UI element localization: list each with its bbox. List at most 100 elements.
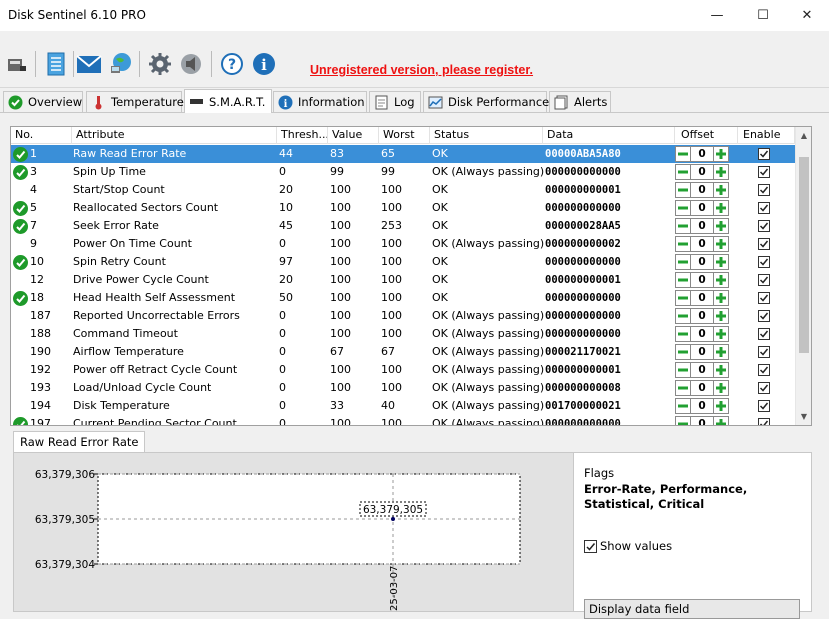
col-data[interactable]: Data [543, 127, 675, 144]
offset-value[interactable]: 0 [691, 416, 713, 425]
grid-scrollbar[interactable]: ▲ ▼ [795, 127, 811, 425]
enable-checkbox[interactable] [758, 256, 770, 268]
offset-stepper[interactable]: 0 [675, 380, 729, 396]
minus-icon[interactable] [675, 218, 691, 234]
scroll-thumb[interactable] [799, 157, 809, 353]
col-enable[interactable]: Enable [738, 127, 795, 144]
offset-value[interactable]: 0 [691, 398, 713, 414]
plus-icon[interactable] [713, 236, 729, 252]
plus-icon[interactable] [713, 272, 729, 288]
offset-stepper[interactable]: 0 [675, 290, 729, 306]
minus-icon[interactable] [675, 416, 691, 425]
enable-checkbox[interactable] [758, 328, 770, 340]
offset-value[interactable]: 0 [691, 146, 713, 162]
offset-stepper[interactable]: 0 [675, 218, 729, 234]
tab-overview[interactable]: Overview [3, 91, 83, 112]
table-row[interactable]: 1 Raw Read Error Rate 44 83 65 OK 00000ABA5A80… [11, 145, 795, 163]
minus-icon[interactable] [675, 146, 691, 162]
enable-checkbox[interactable] [758, 292, 770, 304]
enable-checkbox[interactable] [758, 202, 770, 214]
minus-icon[interactable] [675, 308, 691, 324]
minus-icon[interactable] [675, 272, 691, 288]
plus-icon[interactable] [713, 416, 729, 425]
table-row[interactable]: 3 Spin Up Time 0 99 99 OK (Always passing) 000… [11, 163, 795, 181]
offset-value[interactable]: 0 [691, 344, 713, 360]
offset-value[interactable]: 0 [691, 164, 713, 180]
offset-stepper[interactable]: 0 [675, 164, 729, 180]
plus-icon[interactable] [713, 254, 729, 270]
offset-stepper[interactable]: 0 [675, 308, 729, 324]
col-offset[interactable]: Offset [675, 127, 738, 144]
minus-icon[interactable] [675, 164, 691, 180]
offset-value[interactable]: 0 [691, 200, 713, 216]
plus-icon[interactable] [713, 218, 729, 234]
offset-value[interactable]: 0 [691, 254, 713, 270]
enable-checkbox[interactable] [758, 364, 770, 376]
table-row[interactable]: 190 Airflow Temperature 0 67 67 OK (Always pa… [11, 343, 795, 361]
plus-icon[interactable] [713, 326, 729, 342]
col-threshold[interactable]: Thresh... [277, 127, 328, 144]
enable-checkbox[interactable] [758, 382, 770, 394]
network-icon[interactable] [106, 49, 136, 79]
maximize-button[interactable]: ☐ [740, 0, 786, 31]
offset-stepper[interactable]: 0 [675, 362, 729, 378]
offset-stepper[interactable]: 0 [675, 272, 729, 288]
drive-icon[interactable] [2, 49, 32, 79]
offset-value[interactable]: 0 [691, 290, 713, 306]
table-row[interactable]: 193 Load/Unload Cycle Count 0 100 100 OK (Alw… [11, 379, 795, 397]
plus-icon[interactable] [713, 398, 729, 414]
minus-icon[interactable] [675, 236, 691, 252]
tab-log[interactable]: Log [369, 91, 421, 112]
plus-icon[interactable] [713, 164, 729, 180]
offset-value[interactable]: 0 [691, 182, 713, 198]
offset-stepper[interactable]: 0 [675, 416, 729, 425]
plus-icon[interactable] [713, 290, 729, 306]
minus-icon[interactable] [675, 326, 691, 342]
sound-icon[interactable] [177, 49, 207, 79]
enable-checkbox[interactable] [758, 274, 770, 286]
minus-icon[interactable] [675, 362, 691, 378]
offset-value[interactable]: 0 [691, 218, 713, 234]
plus-icon[interactable] [713, 362, 729, 378]
table-row[interactable]: 187 Reported Uncorrectable Errors 0 100 100 O… [11, 307, 795, 325]
minus-icon[interactable] [675, 344, 691, 360]
minus-icon[interactable] [675, 200, 691, 216]
col-value[interactable]: Value [328, 127, 379, 144]
col-status[interactable]: Status [430, 127, 543, 144]
report-icon[interactable] [41, 49, 71, 79]
offset-value[interactable]: 0 [691, 362, 713, 378]
table-row[interactable]: 5 Reallocated Sectors Count 10 100 100 OK 0000… [11, 199, 795, 217]
col-attribute[interactable]: Attribute [72, 127, 277, 144]
table-row[interactable]: 12 Drive Power Cycle Count 20 100 100 OK 00000… [11, 271, 795, 289]
enable-checkbox[interactable] [758, 400, 770, 412]
enable-checkbox[interactable] [758, 148, 770, 160]
minus-icon[interactable] [675, 254, 691, 270]
show-values-checkbox[interactable] [584, 539, 597, 553]
enable-checkbox[interactable] [758, 418, 770, 425]
plus-icon[interactable] [713, 380, 729, 396]
table-row[interactable]: 18 Head Health Self Assessment 50 100 100 OK 0… [11, 289, 795, 307]
offset-value[interactable]: 0 [691, 326, 713, 342]
tab-temperature[interactable]: Temperature [86, 91, 184, 112]
minus-icon[interactable] [675, 398, 691, 414]
smart-grid[interactable]: No. Attribute Thresh... Value Worst Stat… [10, 126, 812, 426]
offset-stepper[interactable]: 0 [675, 236, 729, 252]
enable-checkbox[interactable] [758, 310, 770, 322]
help-icon[interactable]: ? [217, 49, 247, 79]
tab-alerts[interactable]: Alerts [549, 91, 611, 112]
table-row[interactable]: 197 Current Pending Sector Count 0 100 100 OK… [11, 415, 795, 425]
offset-stepper[interactable]: 0 [675, 182, 729, 198]
table-row[interactable]: 188 Command Timeout 0 100 100 OK (Always pass… [11, 325, 795, 343]
offset-stepper[interactable]: 0 [675, 398, 729, 414]
scroll-down-icon[interactable]: ▼ [796, 408, 811, 425]
minus-icon[interactable] [675, 182, 691, 198]
info-icon[interactable]: i [249, 49, 279, 79]
enable-checkbox[interactable] [758, 220, 770, 232]
settings-icon[interactable] [145, 49, 175, 79]
plus-icon[interactable] [713, 308, 729, 324]
enable-checkbox[interactable] [758, 166, 770, 178]
plus-icon[interactable] [713, 146, 729, 162]
tab-smart[interactable]: S.M.A.R.T. [184, 89, 272, 113]
table-row[interactable]: 7 Seek Error Rate 45 100 253 OK 000000028AA5 0 [11, 217, 795, 235]
detail-tab[interactable]: Raw Read Error Rate [13, 431, 146, 453]
